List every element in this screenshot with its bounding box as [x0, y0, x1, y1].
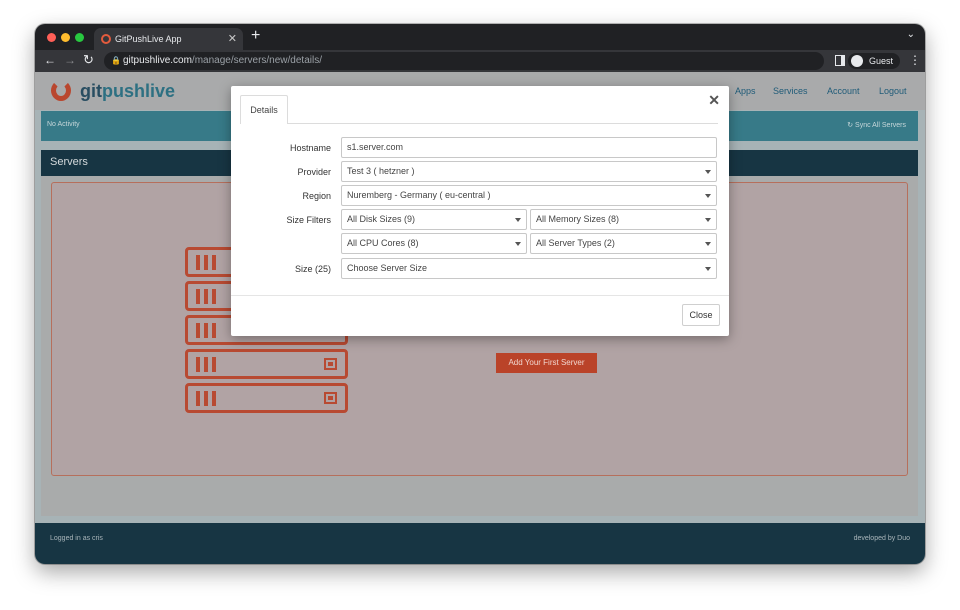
chevron-down-icon	[705, 218, 711, 222]
new-server-modal: ✕ Details Hostname s1.server.com Provide…	[231, 86, 729, 336]
lock-icon: 🔒	[111, 56, 121, 65]
browser-tab[interactable]: GitPushLive App ✕	[94, 28, 243, 50]
profile-button[interactable]: Guest	[848, 53, 900, 69]
server-rack-icon	[185, 383, 348, 413]
add-first-server-button[interactable]: Add Your First Server	[496, 353, 597, 373]
chevron-down-icon	[705, 170, 711, 174]
chevron-down-icon	[515, 242, 521, 246]
nav-apps[interactable]: Apps	[735, 86, 756, 96]
cpu-cores-select[interactable]: All CPU Cores (8)	[341, 233, 527, 254]
tab-details[interactable]: Details	[240, 95, 288, 124]
url-path: /manage/servers/new/details/	[191, 55, 322, 66]
server-size-value: Choose Server Size	[347, 263, 428, 273]
chevron-down-icon	[705, 242, 711, 246]
gitpushlive-logo-icon[interactable]	[51, 80, 71, 101]
chevron-down-icon	[705, 267, 711, 271]
chevron-down-icon	[705, 194, 711, 198]
forward-arrow-icon[interactable]: →	[64, 53, 76, 67]
tab-strip: GitPushLive App ✕ + ⌄	[35, 24, 925, 50]
server-types-select[interactable]: All Server Types (2)	[530, 233, 717, 254]
brand-second: pushlive	[102, 81, 176, 101]
close-button[interactable]: Close	[682, 304, 720, 326]
reload-icon[interactable]: ↻	[83, 52, 94, 68]
nav-account[interactable]: Account	[827, 86, 860, 96]
cpu-cores-value: All CPU Cores (8)	[347, 238, 419, 248]
disk-size-value: All Disk Sizes (9)	[347, 214, 416, 224]
app-footer: Logged in as cris developed by Duo	[35, 523, 925, 564]
new-tab-button[interactable]: +	[251, 27, 260, 45]
profile-name: Guest	[869, 56, 894, 66]
browser-toolbar: ← → ↻ 🔒 gitpushlive.com/manage/servers/n…	[35, 50, 925, 72]
provider-value: Test 3 ( hetzner )	[347, 166, 415, 176]
developer-credit: developed by Duo	[853, 535, 910, 542]
provider-select[interactable]: Test 3 ( hetzner )	[341, 161, 717, 182]
memory-size-select[interactable]: All Memory Sizes (8)	[530, 209, 717, 230]
gitpushlive-favicon-icon	[101, 34, 111, 44]
provider-label: Provider	[297, 167, 331, 177]
server-size-select[interactable]: Choose Server Size	[341, 258, 717, 279]
activity-status: No Activity	[47, 121, 80, 128]
url-domain: gitpushlive.com	[123, 55, 192, 66]
tab-search-chevron-icon[interactable]: ⌄	[907, 29, 915, 40]
server-types-value: All Server Types (2)	[536, 238, 615, 248]
side-panel-icon[interactable]	[835, 55, 845, 66]
close-window-button[interactable]	[47, 33, 56, 42]
maximize-window-button[interactable]	[75, 33, 84, 42]
server-rack-icon	[185, 349, 348, 379]
minimize-window-button[interactable]	[61, 33, 70, 42]
nav-logout[interactable]: Logout	[879, 86, 907, 96]
modal-footer-divider	[231, 295, 729, 296]
sync-label: Sync All Servers	[855, 122, 906, 129]
modal-close-icon[interactable]: ✕	[708, 92, 720, 109]
hostname-label: Hostname	[289, 143, 331, 153]
brand-first: git	[80, 81, 102, 101]
nav-services[interactable]: Services	[773, 86, 808, 96]
sync-all-servers-link[interactable]: ↻ Sync All Servers	[847, 121, 906, 129]
browser-menu-icon[interactable]: ⋮	[909, 53, 921, 67]
tab-close-icon[interactable]: ✕	[228, 28, 237, 50]
region-label: Region	[302, 191, 331, 201]
address-bar[interactable]: 🔒 gitpushlive.com/manage/servers/new/det…	[104, 52, 824, 70]
region-select[interactable]: Nuremberg - Germany ( eu-central )	[341, 185, 717, 206]
modal-tab-divider	[240, 123, 718, 124]
brand-name[interactable]: gitpushlive	[80, 81, 175, 102]
size-filters-label: Size Filters	[286, 215, 331, 225]
guest-avatar-icon	[851, 55, 863, 67]
back-arrow-icon[interactable]: ←	[44, 53, 56, 67]
chevron-down-icon	[515, 218, 521, 222]
hostname-input[interactable]: s1.server.com	[341, 137, 717, 158]
memory-size-value: All Memory Sizes (8)	[536, 214, 620, 224]
size-label: Size (25)	[294, 264, 331, 274]
section-title: Servers	[50, 156, 88, 168]
logged-in-user: Logged in as cris	[50, 535, 103, 542]
region-value: Nuremberg - Germany ( eu-central )	[347, 190, 491, 200]
tab-title: GitPushLive App	[115, 34, 182, 44]
disk-size-select[interactable]: All Disk Sizes (9)	[341, 209, 527, 230]
sync-icon: ↻	[847, 122, 856, 129]
